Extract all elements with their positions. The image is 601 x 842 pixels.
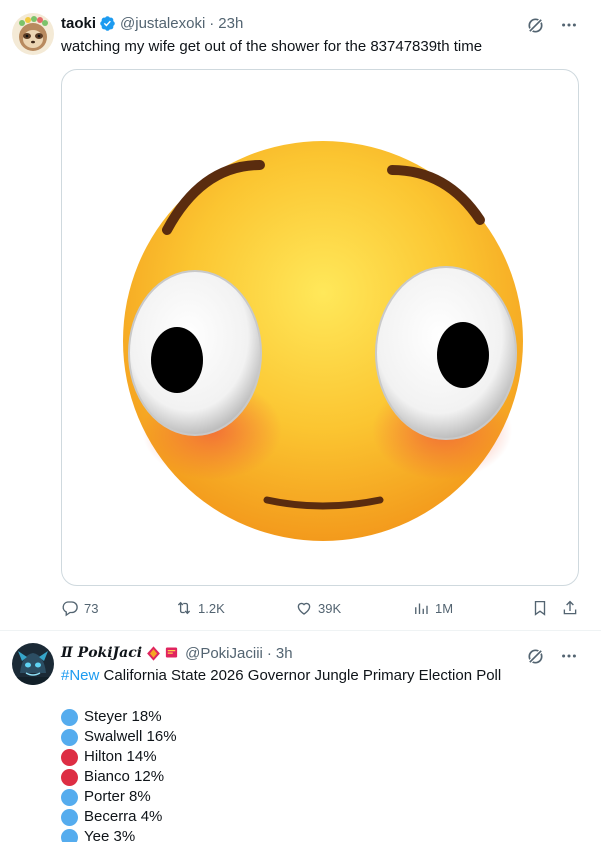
header-actions [525, 646, 579, 666]
affiliate-badge-icon [145, 645, 162, 662]
poll-row-label: Hilton 14% [84, 748, 157, 765]
poll-row-label: Yee 3% [84, 828, 136, 842]
blue-circle-icon [61, 788, 78, 806]
tweet-pokijaci[interactable]: Ⅱ 𝑷𝒐𝒌𝒊𝑱𝒂𝒄𝒊 @PokiJaciii · 3h #New Califor… [0, 631, 601, 842]
tweet-header: Ⅱ 𝑷𝒐𝒌𝒊𝑱𝒂𝒄𝒊 @PokiJaciii · 3h [61, 643, 293, 663]
poll-row: Hilton 14% [61, 747, 177, 767]
poll-row: Porter 8% [61, 787, 177, 807]
poll-row: Steyer 18% [61, 707, 177, 727]
blue-circle-icon [61, 708, 78, 726]
tweet-taoki[interactable]: taoki @justalexoki · 23h watching my wif… [0, 0, 601, 631]
analytics-icon [415, 603, 428, 614]
red-circle-icon [61, 748, 78, 766]
views-button[interactable]: 1M [412, 597, 453, 619]
flushed-face-emoji-icon [123, 141, 523, 541]
display-name[interactable]: taoki [61, 15, 96, 32]
repost-icon [177, 601, 191, 615]
repost-count: 1.2K [198, 600, 225, 616]
tweet-actions: 73 1.2K 39K 1M [61, 597, 581, 619]
poll-row: Becerra 4% [61, 807, 177, 827]
tweet-text-body: California State 2026 Governor Jungle Pr… [99, 667, 502, 684]
separator: · [266, 644, 272, 662]
tweet-text: #New California State 2026 Governor Jung… [61, 666, 501, 686]
grok-icon[interactable] [525, 15, 545, 35]
poll-row-label: Becerra 4% [84, 808, 163, 825]
blue-circle-icon [61, 808, 78, 826]
avatar-mascot-icon [12, 643, 54, 685]
timestamp[interactable]: 23h [218, 15, 243, 32]
heart-icon [297, 602, 311, 615]
header-actions [525, 15, 579, 35]
user-handle[interactable]: @justalexoki [120, 15, 205, 32]
grok-icon[interactable] [525, 646, 545, 666]
poll-row: Bianco 12% [61, 767, 177, 787]
poll-row-label: Bianco 12% [84, 768, 165, 785]
red-circle-icon [61, 768, 78, 786]
poll-results-list: Steyer 18% Swalwell 16% Hilton 14% Bianco 1… [61, 707, 177, 842]
like-count: 39K [318, 600, 342, 616]
reply-button[interactable]: 73 [61, 597, 98, 619]
more-options-icon[interactable] [559, 646, 579, 666]
share-icon [563, 600, 577, 615]
user-handle[interactable]: @PokiJaciii [185, 645, 263, 662]
poll-row-label: Steyer 18% [84, 708, 162, 725]
repost-button[interactable]: 1.2K [175, 597, 225, 619]
blue-circle-icon [61, 728, 78, 746]
reply-icon [62, 601, 78, 617]
share-button[interactable] [561, 597, 579, 619]
label-badge-icon [164, 645, 181, 662]
verified-badge-icon [99, 15, 116, 32]
avatar[interactable] [12, 13, 54, 55]
reply-count: 73 [84, 600, 99, 616]
blue-circle-icon [61, 828, 78, 842]
tweet-text: watching my wife get out of the shower f… [61, 38, 483, 55]
tweet-header: taoki @justalexoki · 23h [61, 13, 243, 33]
more-options-icon[interactable] [559, 15, 579, 35]
tweet-media[interactable] [61, 69, 579, 586]
separator: · [209, 14, 215, 32]
like-button[interactable]: 39K [295, 597, 341, 619]
poll-row: Yee 3% [61, 827, 177, 842]
hashtag-link[interactable]: #New [61, 667, 99, 684]
bookmark-icon [534, 600, 546, 616]
timestamp[interactable]: 3h [276, 645, 293, 662]
display-name[interactable]: Ⅱ 𝑷𝒐𝒌𝒊𝑱𝒂𝒄𝒊 [61, 645, 142, 661]
poll-row-label: Porter 8% [84, 788, 151, 805]
avatar[interactable] [12, 643, 54, 685]
bookmark-button[interactable] [531, 597, 549, 619]
poll-row: Swalwell 16% [61, 727, 177, 747]
view-count: 1M [435, 600, 454, 616]
poll-row-label: Swalwell 16% [84, 728, 177, 745]
avatar-sloth-icon [12, 13, 54, 55]
